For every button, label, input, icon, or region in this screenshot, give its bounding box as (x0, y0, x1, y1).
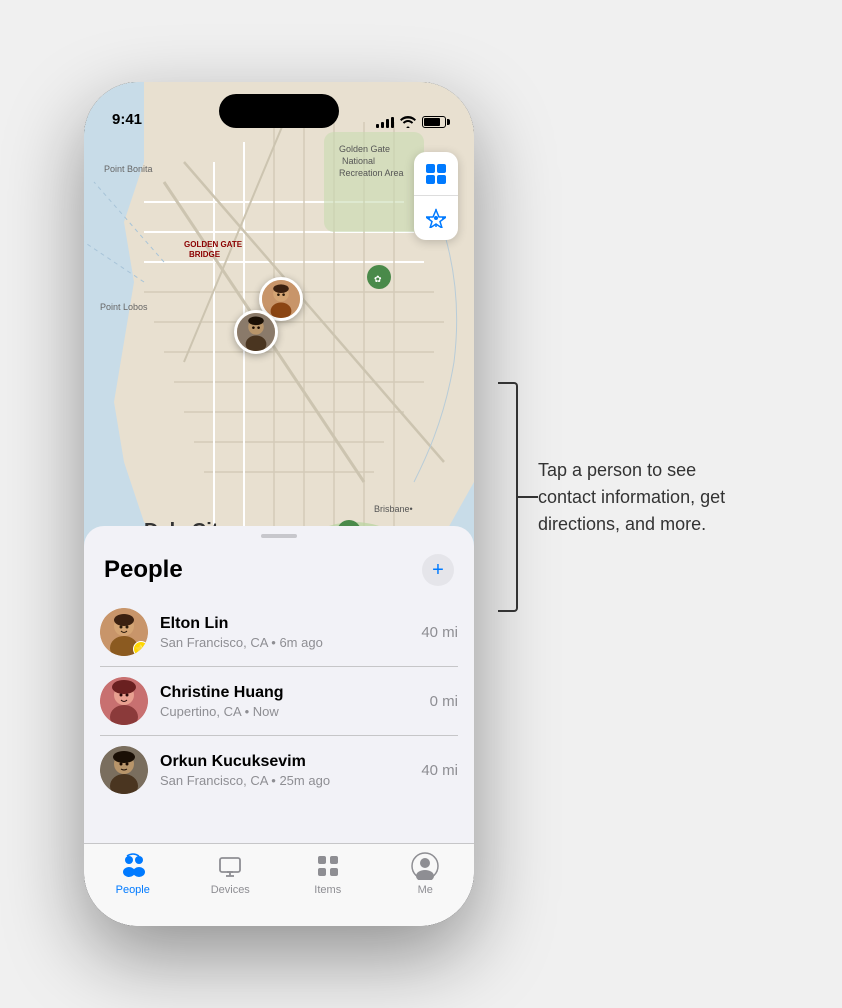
dynamic-island (219, 94, 339, 128)
person-detail-christine: Cupertino, CA • Now (160, 704, 418, 719)
map-avatar-orkun[interactable] (234, 310, 278, 354)
map-view-button[interactable] (414, 152, 458, 196)
annotation-bracket (498, 382, 518, 612)
items-tab-icon (314, 852, 342, 880)
phone-screen: 9:41 (84, 82, 474, 926)
svg-text:Brisbane•: Brisbane• (374, 504, 413, 514)
status-icons (376, 116, 446, 130)
tab-me-label: Me (418, 884, 433, 896)
people-title: People (104, 556, 183, 584)
person-list: ⭐ Elton Lin San Francisco, CA • 6m ago 4… (84, 598, 474, 804)
avatar-elton: ⭐ (100, 608, 148, 656)
avatar-orkun (100, 746, 148, 794)
annotation-text: Tap a person to see contact information,… (538, 457, 758, 538)
tab-devices-label: Devices (211, 884, 250, 896)
tab-devices[interactable]: Devices (182, 852, 280, 896)
map-buttons (414, 152, 458, 240)
add-people-button[interactable]: + (422, 554, 454, 586)
devices-tab-icon (216, 852, 244, 880)
person-row-christine[interactable]: Christine Huang Cupertino, CA • Now 0 mi (100, 667, 458, 736)
person-distance-christine: 0 mi (430, 693, 458, 710)
person-name-orkun: Orkun Kucuksevim (160, 753, 409, 771)
tab-items-label: Items (314, 884, 341, 896)
tab-bar: People Devices (84, 843, 474, 926)
person-detail-elton: San Francisco, CA • 6m ago (160, 635, 409, 650)
person-distance-orkun: 40 mi (421, 762, 458, 779)
person-info-orkun: Orkun Kucuksevim San Francisco, CA • 25m… (160, 753, 409, 788)
location-button[interactable] (414, 196, 458, 240)
battery-icon (422, 116, 446, 128)
person-info-christine: Christine Huang Cupertino, CA • Now (160, 684, 418, 719)
people-header: People + (84, 546, 474, 598)
tab-people-label: People (116, 884, 150, 896)
svg-text:Point Lobos: Point Lobos (100, 302, 148, 312)
person-name-elton: Elton Lin (160, 615, 409, 633)
scene: 9:41 (84, 82, 758, 926)
annotation-line (518, 496, 538, 498)
phone-shell: 9:41 (84, 82, 474, 926)
tab-people[interactable]: People (84, 852, 182, 896)
status-time: 9:41 (112, 111, 142, 130)
sheet-handle (261, 534, 297, 538)
person-row-orkun[interactable]: Orkun Kucuksevim San Francisco, CA • 25m… (100, 736, 458, 804)
person-row-elton[interactable]: ⭐ Elton Lin San Francisco, CA • 6m ago 4… (100, 598, 458, 667)
avatar-christine (100, 677, 148, 725)
annotation: Tap a person to see contact information,… (498, 382, 758, 612)
person-info-elton: Elton Lin San Francisco, CA • 6m ago (160, 615, 409, 650)
tab-items[interactable]: Items (279, 852, 377, 896)
person-detail-orkun: San Francisco, CA • 25m ago (160, 773, 409, 788)
person-name-christine: Christine Huang (160, 684, 418, 702)
signal-bars-icon (376, 117, 394, 128)
svg-text:GOLDEN GATE: GOLDEN GATE (184, 240, 243, 249)
me-tab-icon (411, 852, 439, 880)
tab-me[interactable]: Me (377, 852, 475, 896)
person-distance-elton: 40 mi (421, 624, 458, 641)
svg-text:BRIDGE: BRIDGE (189, 250, 221, 259)
svg-text:Golden Gate: Golden Gate (339, 144, 390, 154)
star-badge: ⭐ (133, 641, 148, 656)
svg-text:✿: ✿ (374, 274, 382, 284)
svg-text:Recreation Area: Recreation Area (339, 168, 404, 178)
svg-text:Point Bonita: Point Bonita (104, 164, 153, 174)
svg-text:National: National (342, 156, 375, 166)
wifi-icon (400, 116, 416, 128)
people-tab-icon (119, 852, 147, 880)
